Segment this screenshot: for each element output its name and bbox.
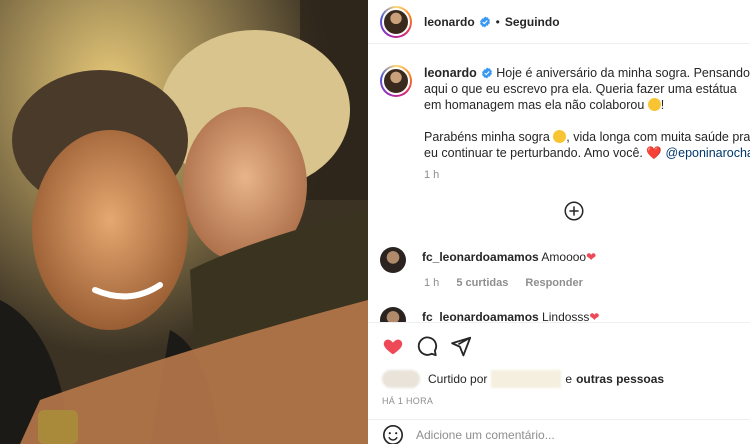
liked-by: Curtido por e outras pessoas [382,370,664,388]
caption-text: leonardo Hoje é aniversário da minha sog… [424,65,750,161]
mention-link[interactable]: @eponinarocha [665,146,750,160]
liker-avatars[interactable] [382,370,420,388]
caption-username[interactable]: leonardo [424,66,477,80]
reply-button[interactable]: Responder [525,277,582,289]
comments-area[interactable]: leonardo Hoje é aniversário da minha sog… [368,45,750,322]
comment-username[interactable]: fc_leonardoamamos [422,250,539,264]
comment-time[interactable]: 1 h [424,277,439,289]
share-icon[interactable] [450,335,472,357]
comment-icon[interactable] [416,335,438,357]
following-button[interactable]: Seguindo [505,15,560,29]
action-icons [382,335,484,357]
post-date[interactable]: HÁ 1 HORA [382,396,433,406]
post-panel: leonardo • Seguindo leonardo Hoje é aniv… [368,0,750,444]
add-comment-row: Adicione um comentário... [368,419,750,444]
smiling-emoji-icon [553,130,567,143]
photo-illustration [0,0,368,444]
liked-by-prefix: Curtido por [428,372,488,386]
comment-body: Lindosss [538,310,590,322]
post-photo[interactable] [0,0,368,444]
comment-avatar[interactable] [380,307,406,322]
caption-avatar[interactable] [380,65,412,97]
comment-text: fc_leonardoamamos Lindosss❤ [422,307,599,322]
heart-emoji-icon: ❤ [586,250,597,264]
header-avatar[interactable] [380,5,412,38]
comment-avatar[interactable] [380,247,406,273]
comment-username[interactable]: fc_leonardoamamos [422,310,539,322]
add-comment-input[interactable]: Adicione um comentário... [416,428,555,442]
heart-emoji-icon: ❤️ [646,146,662,160]
action-bar: Curtido por e outras pessoas HÁ 1 HORA A… [368,322,750,444]
load-more-comments-icon[interactable] [564,201,584,221]
post-caption: leonardo Hoje é aniversário da minha sog… [380,65,750,161]
comment-likes[interactable]: 5 curtidas [456,277,508,289]
header-separator: • [495,14,500,29]
comment-meta: 1 h 5 curtidas Responder [424,277,597,289]
laughing-emoji-icon [647,98,661,111]
heart-emoji-icon: ❤ [589,310,600,322]
like-heart-icon[interactable] [382,335,404,357]
verified-icon [479,16,490,27]
comment-item: fc_leonardoamamos Amoooo❤ [380,247,596,273]
caption-time[interactable]: 1 h [424,169,439,181]
others-link[interactable]: outras pessoas [576,372,664,386]
emoji-picker-icon[interactable] [382,424,404,444]
verified-icon [481,67,492,79]
header-username[interactable]: leonardo [424,15,475,29]
post-header: leonardo • Seguindo [368,0,750,44]
comment-item: fc_leonardoamamos Lindosss❤ [380,307,599,322]
liked-by-suffix: e [565,372,573,386]
liker-name-blurred[interactable] [491,370,562,388]
comment-body: Amoooo [538,250,587,264]
comment-text: fc_leonardoamamos Amoooo❤ [422,247,596,273]
